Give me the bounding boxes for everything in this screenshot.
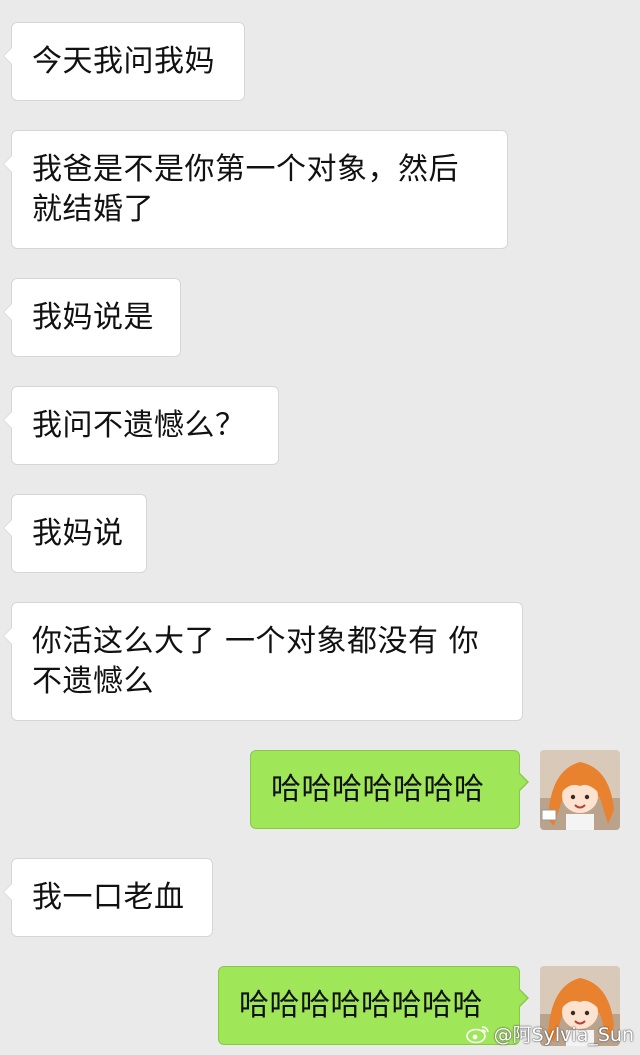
message-text: 我妈说 — [32, 516, 124, 551]
message-text: 今天我问我妈 — [32, 44, 215, 79]
user-avatar[interactable] — [540, 750, 620, 830]
message-text: 哈哈哈哈哈哈哈哈 — [239, 988, 483, 1023]
incoming-message-6[interactable]: 你活这么大了 一个对象都没有 你不遗憾么 — [3, 602, 523, 721]
anime-girl-avatar-icon — [540, 750, 620, 830]
incoming-message-7[interactable]: 我一口老血 — [3, 858, 213, 937]
message-text: 我妈说是 — [32, 300, 154, 335]
outgoing-message-1[interactable]: 哈哈哈哈哈哈哈 — [250, 750, 529, 829]
incoming-message-2[interactable]: 我爸是不是你第一个对象，然后就结婚了 — [3, 130, 508, 249]
message-text: 我爸是不是你第一个对象，然后就结婚了 — [32, 152, 459, 227]
incoming-message-3[interactable]: 我妈说是 — [3, 278, 181, 357]
message-text: 我一口老血 — [32, 880, 185, 915]
weibo-watermark: @阿Sylvia_Sun — [465, 1020, 634, 1047]
message-text: 哈哈哈哈哈哈哈 — [271, 772, 485, 807]
message-text: 我问不遗憾么？ — [32, 408, 246, 443]
incoming-message-5[interactable]: 我妈说 — [3, 494, 147, 573]
incoming-message-1[interactable]: 今天我问我妈 — [3, 22, 245, 101]
message-text: 你活这么大了 一个对象都没有 你不遗憾么 — [32, 624, 480, 699]
watermark-text: @阿Sylvia_Sun — [493, 1024, 634, 1046]
weibo-logo-icon — [465, 1025, 489, 1043]
incoming-message-4[interactable]: 我问不遗憾么？ — [3, 386, 279, 465]
